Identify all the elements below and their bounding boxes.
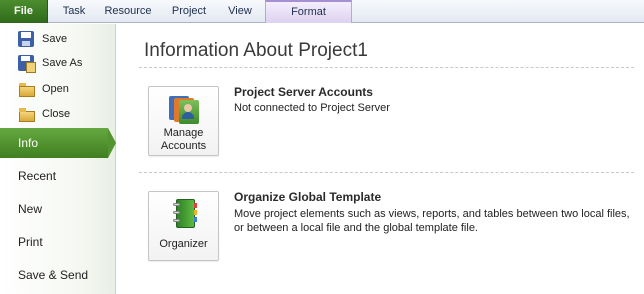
tab-project[interactable]: Project: [162, 0, 216, 23]
nav-tab-info-label: Info: [18, 136, 39, 150]
divider: [139, 172, 634, 173]
tab-format[interactable]: Format: [265, 0, 352, 23]
manage-accounts-icon: [169, 94, 199, 124]
save-icon: [18, 31, 34, 47]
organizer-label: Organizer: [159, 238, 208, 250]
tab-task[interactable]: Task: [52, 0, 96, 23]
save-command[interactable]: Save: [0, 27, 112, 51]
save-as-command[interactable]: Save As: [0, 51, 112, 75]
organizer-icon: [173, 199, 197, 229]
ribbon-tab-bar: File Task Resource Project View Format: [0, 0, 644, 23]
tab-view[interactable]: View: [222, 0, 258, 23]
close-label: Close: [42, 108, 71, 120]
nav-tab-new[interactable]: New: [0, 194, 114, 224]
open-folder-icon: [18, 81, 35, 97]
save-as-icon: [18, 55, 36, 73]
tab-file[interactable]: File: [0, 0, 48, 23]
manage-accounts-label-line1: Manage: [163, 127, 204, 139]
project-server-accounts-text: Not connected to Project Server: [234, 102, 390, 114]
nav-tab-save-and-send[interactable]: Save & Send: [0, 260, 114, 290]
divider: [139, 67, 634, 68]
info-panel: Information About Project1 Manage Accoun…: [117, 24, 644, 294]
close-command[interactable]: Close: [0, 102, 112, 126]
save-as-label: Save As: [42, 57, 83, 69]
open-command[interactable]: Open: [0, 77, 112, 101]
save-label: Save: [42, 33, 68, 45]
nav-tab-recent[interactable]: Recent: [0, 161, 114, 191]
organizer-button[interactable]: Organizer: [148, 191, 219, 261]
nav-tab-print[interactable]: Print: [0, 227, 114, 257]
project-server-accounts-heading: Project Server Accounts: [234, 85, 373, 99]
page-title: Information About Project1: [144, 40, 368, 61]
manage-accounts-label-line2: Accounts: [160, 140, 207, 152]
organize-global-template-text-line2: or between a local file and the global t…: [234, 222, 478, 234]
backstage-nav: Save Save As Open Close Info Recent New …: [0, 24, 116, 294]
tab-resource[interactable]: Resource: [100, 0, 156, 23]
active-tab-arrow: [108, 128, 116, 158]
manage-accounts-button[interactable]: Manage Accounts: [148, 86, 219, 156]
organize-global-template-heading: Organize Global Template: [234, 190, 382, 204]
open-label: Open: [42, 83, 69, 95]
nav-tab-info[interactable]: Info: [0, 128, 116, 158]
close-folder-icon: [18, 106, 35, 122]
organize-global-template-text-line1: Move project elements such as views, rep…: [234, 208, 630, 220]
